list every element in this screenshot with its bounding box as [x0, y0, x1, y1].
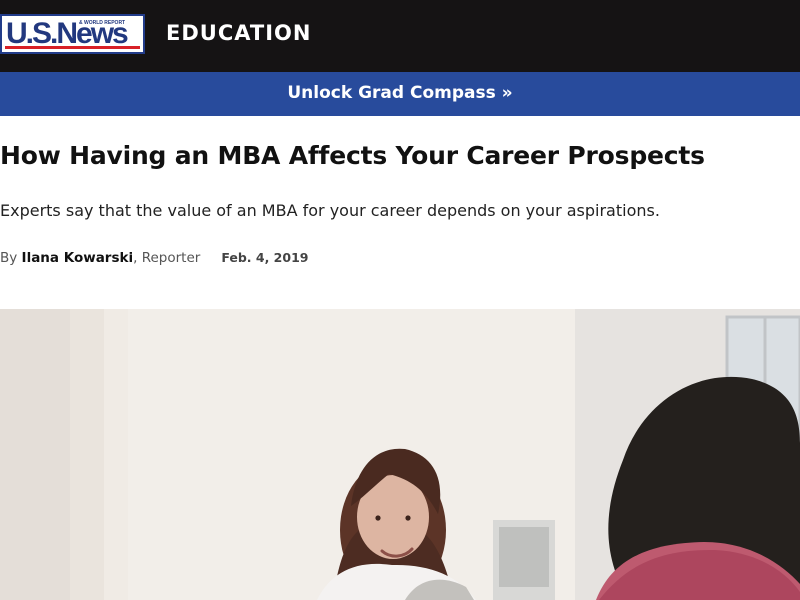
- author-link[interactable]: Ilana Kowarski: [22, 250, 134, 266]
- education-section-link[interactable]: EDUCATION: [166, 21, 311, 45]
- interview-photo: [0, 309, 800, 600]
- monitor-screen: [499, 527, 549, 587]
- article-dek: Experts say that the value of an MBA for…: [0, 201, 660, 220]
- woman-left-eye: [375, 515, 381, 521]
- us-news-logo[interactable]: U.S.News & WORLD REPORT: [0, 14, 145, 54]
- author-role: , Reporter: [133, 250, 201, 266]
- grad-compass-label: Unlock Grad Compass »: [287, 83, 513, 103]
- left-light-blur: [70, 309, 128, 600]
- byline-prefix: By: [0, 250, 22, 266]
- article-byline: By Ilana Kowarski, Reporter Feb. 4, 2019: [0, 248, 800, 268]
- site-header: U.S.News & WORLD REPORT EDUCATION: [0, 0, 800, 72]
- article-headline: How Having an MBA Affects Your Career Pr…: [0, 141, 705, 170]
- woman-right-eye: [405, 515, 411, 521]
- publish-date: Feb. 4, 2019: [221, 250, 309, 265]
- logo-wordmark: U.S.News & WORLD REPORT: [5, 19, 140, 49]
- logo-subtext: & WORLD REPORT: [79, 20, 126, 26]
- grad-compass-banner[interactable]: Unlock Grad Compass »: [0, 72, 800, 116]
- hero-image: [0, 309, 800, 600]
